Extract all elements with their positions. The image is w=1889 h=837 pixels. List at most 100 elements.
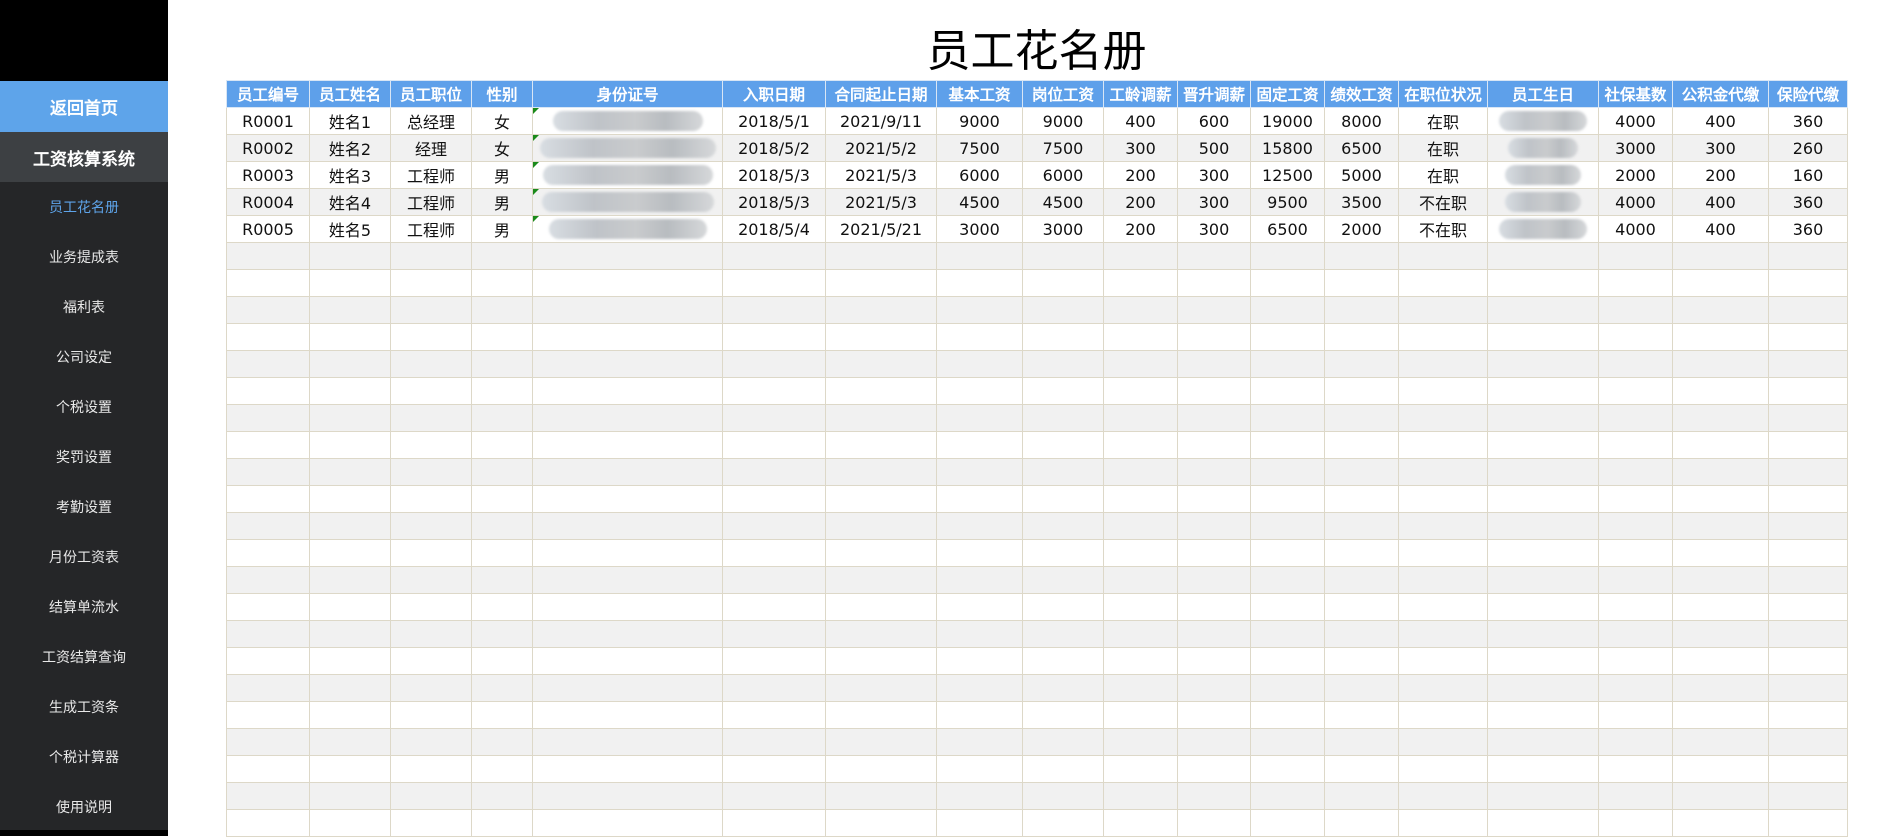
column-header[interactable]: 合同起止日期 [825, 80, 937, 108]
table-cell[interactable] [1672, 404, 1769, 432]
table-cell[interactable]: 男 [471, 161, 533, 189]
table-cell[interactable] [1103, 701, 1178, 729]
table-cell[interactable] [226, 404, 310, 432]
table-cell[interactable]: 360 [1768, 107, 1848, 135]
table-cell[interactable] [1250, 485, 1325, 513]
table-cell[interactable] [1022, 809, 1104, 837]
table-cell[interactable]: 400 [1672, 107, 1769, 135]
table-cell[interactable]: 400 [1672, 188, 1769, 216]
table-cell[interactable] [1022, 242, 1104, 270]
table-cell[interactable] [309, 809, 391, 837]
table-cell[interactable] [226, 431, 310, 459]
table-cell[interactable] [226, 350, 310, 378]
table-cell[interactable] [1324, 512, 1399, 540]
table-cell[interactable] [309, 701, 391, 729]
table-cell[interactable] [722, 485, 826, 513]
table-cell[interactable] [1672, 593, 1769, 621]
table-cell[interactable]: 8000 [1324, 107, 1399, 135]
table-cell[interactable] [936, 377, 1023, 405]
table-cell[interactable] [1022, 755, 1104, 783]
table-cell[interactable] [471, 755, 533, 783]
table-cell[interactable]: 160 [1768, 161, 1848, 189]
table-cell[interactable] [722, 404, 826, 432]
table-cell[interactable] [1487, 215, 1599, 243]
table-cell[interactable]: R0001 [226, 107, 310, 135]
table-cell[interactable] [390, 323, 472, 351]
table-cell[interactable] [309, 782, 391, 810]
table-cell[interactable] [1324, 242, 1399, 270]
sidebar-item-4[interactable]: 个税设置 [0, 382, 168, 432]
table-cell[interactable] [1398, 485, 1488, 513]
table-cell[interactable] [1398, 566, 1488, 594]
table-cell[interactable] [1672, 242, 1769, 270]
table-cell[interactable] [1487, 431, 1599, 459]
table-cell[interactable] [1177, 539, 1251, 567]
table-cell[interactable] [226, 458, 310, 486]
table-cell[interactable] [825, 539, 937, 567]
table-cell[interactable] [1598, 404, 1673, 432]
table-cell[interactable] [532, 215, 723, 243]
table-cell[interactable]: 男 [471, 188, 533, 216]
table-cell[interactable] [1487, 458, 1599, 486]
table-cell[interactable]: R0002 [226, 134, 310, 162]
table-cell[interactable]: 2000 [1324, 215, 1399, 243]
table-cell[interactable] [1177, 269, 1251, 297]
table-cell[interactable] [1177, 755, 1251, 783]
table-cell[interactable] [1487, 539, 1599, 567]
table-cell[interactable] [722, 728, 826, 756]
table-cell[interactable] [936, 539, 1023, 567]
table-cell[interactable] [1177, 809, 1251, 837]
table-cell[interactable] [722, 377, 826, 405]
table-cell[interactable] [1250, 404, 1325, 432]
table-cell[interactable] [1177, 782, 1251, 810]
table-cell[interactable] [825, 566, 937, 594]
table-cell[interactable] [226, 593, 310, 621]
table-cell[interactable] [532, 296, 723, 324]
table-cell[interactable] [226, 647, 310, 675]
table-cell[interactable] [309, 593, 391, 621]
table-cell[interactable]: 不在职 [1398, 215, 1488, 243]
table-cell[interactable] [532, 620, 723, 648]
table-cell[interactable] [471, 350, 533, 378]
table-cell[interactable] [532, 593, 723, 621]
table-cell[interactable] [722, 566, 826, 594]
table-cell[interactable] [1768, 809, 1848, 837]
table-cell[interactable] [936, 593, 1023, 621]
table-cell[interactable] [936, 242, 1023, 270]
table-cell[interactable] [309, 647, 391, 675]
table-cell[interactable] [226, 728, 310, 756]
table-cell[interactable] [471, 242, 533, 270]
table-cell[interactable]: 2018/5/4 [722, 215, 826, 243]
table-cell[interactable]: 2018/5/1 [722, 107, 826, 135]
table-cell[interactable] [1324, 620, 1399, 648]
table-cell[interactable] [825, 782, 937, 810]
table-cell[interactable] [1398, 377, 1488, 405]
table-cell[interactable] [1022, 620, 1104, 648]
table-cell[interactable] [1398, 539, 1488, 567]
table-cell[interactable] [722, 647, 826, 675]
table-cell[interactable] [1103, 458, 1178, 486]
table-cell[interactable] [936, 431, 1023, 459]
table-cell[interactable]: 2021/5/3 [825, 161, 937, 189]
table-cell[interactable] [1177, 404, 1251, 432]
table-cell[interactable]: 260 [1768, 134, 1848, 162]
table-cell[interactable] [825, 431, 937, 459]
table-cell[interactable] [1177, 431, 1251, 459]
table-cell[interactable]: 4000 [1598, 188, 1673, 216]
table-cell[interactable]: 在职 [1398, 107, 1488, 135]
table-cell[interactable] [1768, 350, 1848, 378]
table-cell[interactable] [1103, 782, 1178, 810]
column-header[interactable]: 员工编号 [226, 80, 310, 108]
column-header[interactable]: 公积金代缴 [1672, 80, 1769, 108]
table-cell[interactable] [1324, 350, 1399, 378]
table-cell[interactable] [226, 323, 310, 351]
table-cell[interactable] [532, 458, 723, 486]
table-cell[interactable] [1250, 458, 1325, 486]
table-cell[interactable] [390, 674, 472, 702]
table-cell[interactable] [1672, 620, 1769, 648]
table-cell[interactable] [1022, 269, 1104, 297]
table-cell[interactable] [1103, 809, 1178, 837]
table-cell[interactable] [1022, 782, 1104, 810]
table-cell[interactable] [722, 512, 826, 540]
table-cell[interactable] [722, 620, 826, 648]
